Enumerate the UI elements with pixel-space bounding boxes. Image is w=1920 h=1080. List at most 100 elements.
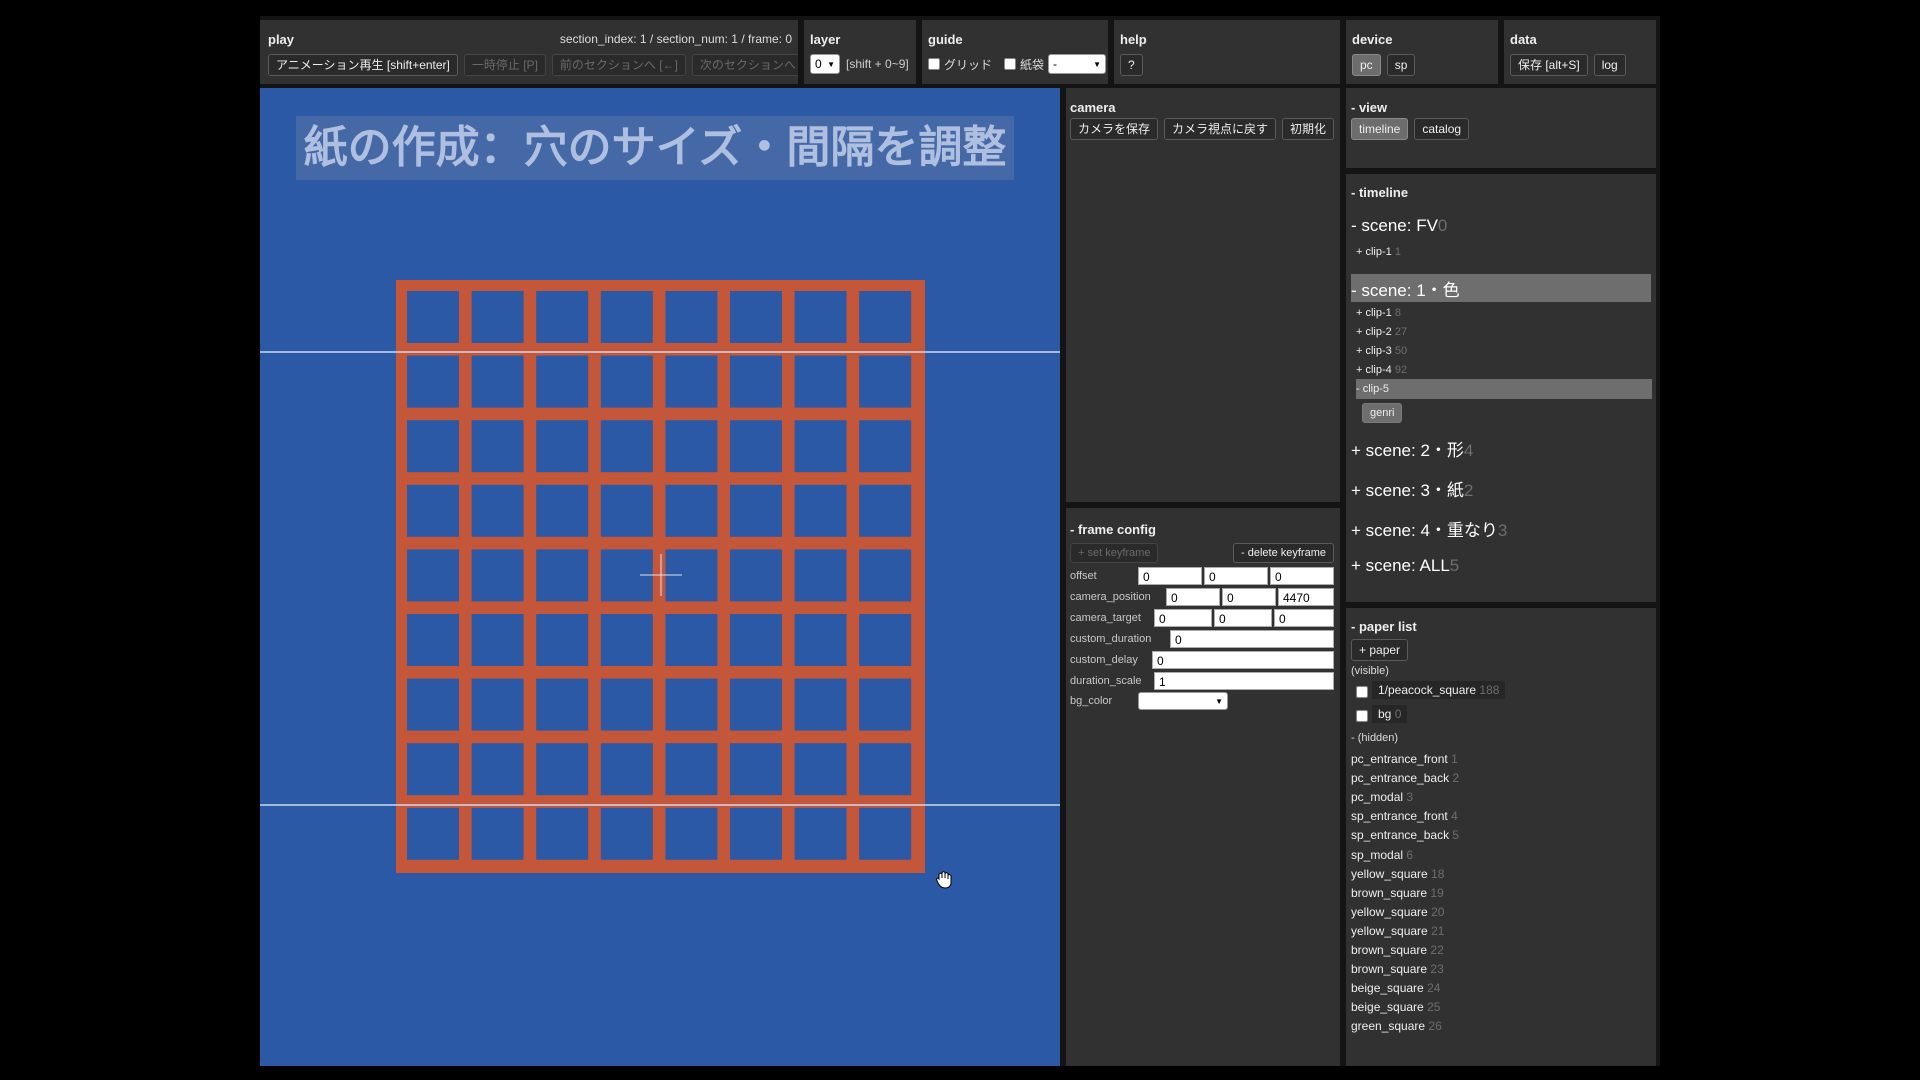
delete-keyframe-button[interactable]: - delete keyframe <box>1233 543 1334 563</box>
reset-camera-view-button[interactable]: カメラ視点に戻す <box>1164 118 1277 140</box>
view-timeline-button[interactable]: timeline <box>1351 118 1409 140</box>
paper-visible-checkbox[interactable] <box>1356 686 1368 698</box>
guide-title: guide <box>928 32 963 47</box>
camera-target-z-input[interactable]: 0 <box>1274 609 1334 627</box>
offset-row: offset <box>1070 567 1097 585</box>
camera-position-z-input[interactable]: 4470 <box>1278 588 1334 606</box>
hidden-paper-item[interactable]: beige_square 24 <box>1351 981 1440 995</box>
section-info: section_index: 1 / section_num: 1 / fram… <box>559 32 792 46</box>
layer-shortcut-hint: [shift + 0~9] <box>846 57 909 71</box>
view-catalog-button[interactable]: catalog <box>1414 118 1470 140</box>
hidden-paper-item[interactable]: sp_modal 6 <box>1351 848 1413 862</box>
scene-item[interactable]: - scene: FV0 <box>1351 216 1447 236</box>
frame-config-title: - frame config <box>1070 522 1156 537</box>
hidden-paper-item[interactable]: pc_modal 3 <box>1351 790 1413 804</box>
camera-target-x-input[interactable]: 0 <box>1154 609 1212 627</box>
camera-title: camera <box>1070 100 1116 115</box>
clip-item[interactable]: + clip-4 92 <box>1356 364 1407 376</box>
camera-target-y-input[interactable]: 0 <box>1214 609 1272 627</box>
offset-z-input[interactable]: 0 <box>1270 567 1334 585</box>
bg-color-label: bg_color <box>1070 695 1113 707</box>
custom-delay-input[interactable]: 0 <box>1152 651 1334 669</box>
layer-select[interactable]: 0 ▼ <box>810 54 840 74</box>
duration-scale-input[interactable]: 1 <box>1154 672 1334 690</box>
save-camera-button[interactable]: カメラを保存 <box>1070 118 1159 140</box>
play-panel: play section_index: 1 / section_num: 1 /… <box>260 20 798 84</box>
stage-canvas[interactable]: 紙の作成：穴のサイズ・間隔を調整 <box>260 88 1060 1066</box>
device-pc-button[interactable]: pc <box>1352 54 1381 76</box>
scene-item[interactable]: + scene: ALL5 <box>1351 556 1459 576</box>
camera-position-y-input[interactable]: 0 <box>1222 588 1276 606</box>
guide-select-value: - <box>1053 57 1058 71</box>
grid-checkbox[interactable] <box>928 58 940 70</box>
camera-panel: camera カメラを保存 カメラ視点に戻す 初期化 <box>1066 88 1340 502</box>
paper-grid[interactable] <box>260 88 1060 1066</box>
camera-init-button[interactable]: 初期化 <box>1282 118 1335 140</box>
hand-cursor-icon <box>935 871 952 889</box>
chevron-down-icon: ▼ <box>1215 696 1223 706</box>
hidden-paper-item[interactable]: yellow_square 20 <box>1351 905 1444 919</box>
paper-item[interactable]: 1/peacock_square 188 <box>1372 681 1506 699</box>
timeline-panel: - timeline - scene: FV0 + clip-1 1 - sce… <box>1346 174 1656 602</box>
device-title: device <box>1352 32 1393 47</box>
custom-delay-row: custom_delay <box>1070 651 1138 669</box>
layer-panel: layer 0 ▼ [shift + 0~9] <box>804 20 916 84</box>
view-panel: - view timeline catalog <box>1346 88 1656 168</box>
log-button[interactable]: log <box>1593 54 1626 76</box>
layer-select-value: 0 <box>815 57 822 71</box>
help-button[interactable]: ? <box>1120 54 1143 76</box>
clip-tag-genri[interactable]: genri <box>1362 403 1403 423</box>
layer-title: layer <box>810 32 841 47</box>
frame-config-panel: - frame config + set keyframe - delete k… <box>1066 508 1340 1066</box>
hidden-paper-item[interactable]: pc_entrance_back 2 <box>1351 771 1459 785</box>
device-panel: device pc sp <box>1346 20 1498 84</box>
hidden-paper-item[interactable]: green_square 26 <box>1351 1019 1442 1033</box>
hidden-paper-item[interactable]: beige_square 25 <box>1351 1000 1440 1014</box>
offset-y-input[interactable]: 0 <box>1204 567 1268 585</box>
hidden-paper-item[interactable]: yellow_square 18 <box>1351 867 1444 881</box>
paper-bag-label: 紙袋 <box>1020 57 1045 72</box>
scene-item[interactable]: + scene: 4・重なり3 <box>1351 516 1507 541</box>
next-section-button[interactable]: 次のセクションへ [→] <box>691 54 798 76</box>
add-paper-button[interactable]: + paper <box>1351 639 1409 661</box>
data-panel: data 保存 [alt+S] log <box>1504 20 1656 84</box>
save-button[interactable]: 保存 [alt+S] <box>1510 54 1588 76</box>
paper-visible-checkbox[interactable] <box>1356 710 1368 722</box>
camera-position-x-input[interactable]: 0 <box>1166 588 1220 606</box>
duration-scale-label: duration_scale <box>1070 675 1142 687</box>
scene-item[interactable]: + scene: 3・紙2 <box>1351 476 1473 501</box>
clip-item[interactable]: + clip-1 8 <box>1356 307 1401 319</box>
scene-item[interactable]: - scene: 1・色 1 <box>1351 276 1474 301</box>
paper-item[interactable]: bg 0 <box>1372 705 1408 723</box>
clip-item[interactable]: + clip-2 27 <box>1356 326 1407 338</box>
hidden-paper-item[interactable]: brown_square 23 <box>1351 962 1444 976</box>
bg-color-select[interactable]: ▼ <box>1138 692 1228 710</box>
guide-panel: guide グリッド 紙袋 - ▼ <box>922 20 1108 84</box>
clip-item[interactable]: + clip-1 1 <box>1356 246 1401 258</box>
hidden-paper-item[interactable]: brown_square 22 <box>1351 943 1444 957</box>
camera-target-label: camera_target <box>1070 612 1141 624</box>
scene-item[interactable]: + scene: 2・形4 <box>1351 436 1473 461</box>
duration-scale-row: duration_scale <box>1070 672 1142 690</box>
hidden-paper-item[interactable]: yellow_square 21 <box>1351 924 1444 938</box>
view-title: - view <box>1351 100 1388 115</box>
prev-section-button[interactable]: 前のセクションへ [←] <box>551 54 686 76</box>
data-title: data <box>1510 32 1537 47</box>
clip-item[interactable]: - clip-5 93 <box>1356 383 1404 395</box>
hidden-paper-item[interactable]: sp_entrance_back 5 <box>1351 828 1459 842</box>
custom-duration-input[interactable]: 0 <box>1170 630 1334 648</box>
hidden-paper-item[interactable]: brown_square 19 <box>1351 886 1444 900</box>
clip-item[interactable]: + clip-3 50 <box>1356 345 1407 357</box>
hidden-paper-item[interactable]: pc_entrance_front 1 <box>1351 752 1458 766</box>
paper-bag-checkbox[interactable] <box>1004 58 1017 70</box>
play-animation-button[interactable]: アニメーション再生 [shift+enter] <box>268 54 458 76</box>
pause-button[interactable]: 一時停止 [P] <box>463 54 546 76</box>
timeline-title: - timeline <box>1351 185 1409 200</box>
hidden-paper-item[interactable]: sp_entrance_front 4 <box>1351 809 1458 823</box>
device-sp-button[interactable]: sp <box>1386 54 1416 76</box>
editor-app: play section_index: 1 / section_num: 1 /… <box>260 16 1660 1066</box>
guide-select[interactable]: - ▼ <box>1048 54 1107 74</box>
offset-x-input[interactable]: 0 <box>1138 567 1202 585</box>
chevron-down-icon: ▼ <box>1093 59 1102 69</box>
set-keyframe-button[interactable]: + set keyframe <box>1070 543 1159 563</box>
